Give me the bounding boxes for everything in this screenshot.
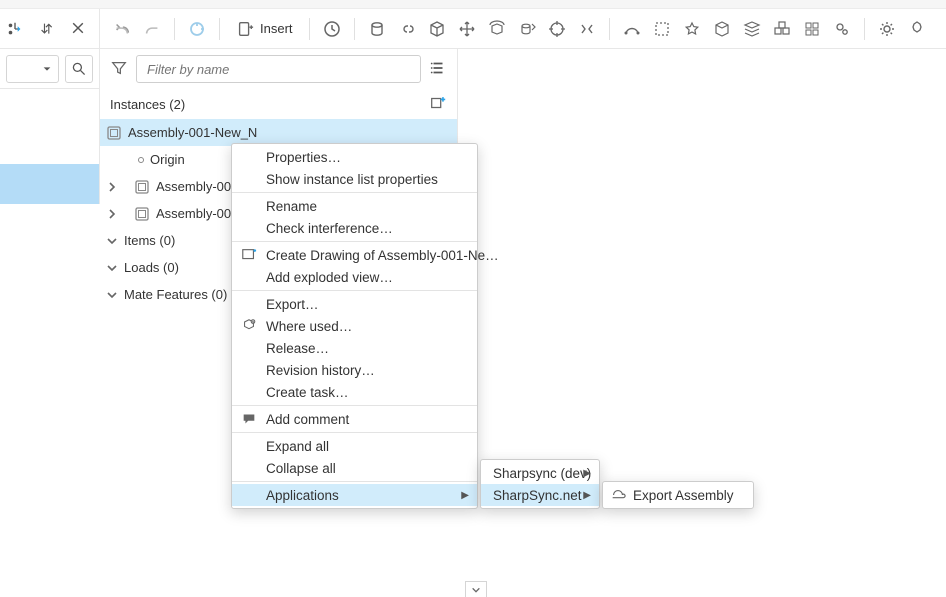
menu-item-properties[interactable]: Properties… — [232, 146, 477, 168]
menu-item-sharpsync-net[interactable]: SharpSync.net ▶ — [481, 484, 599, 506]
insert-label: Insert — [260, 21, 293, 36]
sharpsync-submenu: Export Assembly — [602, 481, 754, 509]
redo-button[interactable] — [138, 15, 166, 43]
layers-icon[interactable] — [738, 15, 766, 43]
chevron-down-icon[interactable] — [106, 262, 118, 274]
cylinder-move-icon[interactable] — [513, 15, 541, 43]
bottom-expand-handle[interactable] — [465, 581, 487, 597]
search-button[interactable] — [65, 55, 93, 83]
add-instance-icon[interactable] — [429, 94, 447, 115]
tree-node-label: Origin — [150, 152, 185, 167]
grid-icon[interactable] — [798, 15, 826, 43]
menu-item-revision-history[interactable]: Revision history… — [232, 359, 477, 381]
submenu-arrow-icon: ▶ — [461, 490, 469, 501]
document-plus-icon — [236, 20, 254, 38]
undo-button[interactable] — [108, 15, 136, 43]
insert-element-icon[interactable] — [6, 20, 24, 38]
search-icon — [71, 61, 87, 77]
filter-input[interactable] — [136, 55, 421, 83]
package-icon[interactable] — [708, 15, 736, 43]
drawing-icon — [240, 247, 258, 263]
connector-icon[interactable] — [618, 15, 646, 43]
menu-item-expand-all[interactable]: Expand all — [232, 435, 477, 457]
menu-item-collapse-all[interactable]: Collapse all — [232, 457, 477, 479]
submenu-arrow-icon: ▶ — [583, 468, 591, 479]
menu-item-check-interference[interactable]: Check interference… — [232, 217, 477, 239]
menu-item-export-assembly[interactable]: Export Assembly — [603, 484, 753, 506]
menu-item-rename[interactable]: Rename — [232, 195, 477, 217]
assembly-icon — [134, 206, 150, 222]
tree-node-label: Assembly-001-New_N — [128, 125, 257, 140]
assembly-icon — [134, 179, 150, 195]
left-selection-strip — [0, 164, 100, 204]
applications-submenu: Sharpsync (dev) ▶ SharpSync.net ▶ — [480, 459, 600, 509]
tree-section-label: Mate Features (0) — [124, 287, 227, 302]
menu-item-where-used[interactable]: Where used… — [232, 315, 477, 337]
tree-section-label: Loads (0) — [124, 260, 179, 275]
link-icon[interactable] — [393, 15, 421, 43]
menu-item-export[interactable]: Export… — [232, 293, 477, 315]
instances-header: Instances (2) — [110, 97, 185, 112]
menu-item-create-drawing[interactable]: Create Drawing of Assembly-001-Ne… — [232, 244, 477, 266]
menu-item-sharpsync-dev[interactable]: Sharpsync (dev) ▶ — [481, 462, 599, 484]
boxes-icon[interactable] — [768, 15, 796, 43]
chevron-right-icon[interactable] — [106, 181, 118, 193]
gear-icon[interactable] — [873, 15, 901, 43]
comment-icon — [240, 411, 258, 427]
filter-icon[interactable] — [110, 59, 128, 80]
menu-item-add-exploded-view[interactable]: Add exploded view… — [232, 266, 477, 288]
menu-item-add-comment[interactable]: Add comment — [232, 408, 477, 430]
menu-item-show-instance-list-properties[interactable]: Show instance list properties — [232, 168, 477, 190]
tree-node-assembly-001[interactable]: Assembly-001-New_N — [100, 119, 457, 146]
tree-node-label: Assembly-002 — [156, 179, 238, 194]
refresh-button[interactable] — [183, 15, 211, 43]
star-box-icon[interactable] — [678, 15, 706, 43]
where-used-icon — [240, 318, 258, 334]
export-assembly-icon — [609, 487, 627, 503]
move-icon[interactable] — [453, 15, 481, 43]
chevron-down-icon — [470, 585, 482, 595]
menu-item-applications[interactable]: Applications ▶ — [232, 484, 477, 506]
target-icon[interactable] — [543, 15, 571, 43]
chevron-down-icon[interactable] — [106, 289, 118, 301]
assembly-icon — [106, 125, 122, 141]
context-menu: Properties… Show instance list propertie… — [231, 143, 478, 509]
tree-node-label: Assembly-003 — [156, 206, 238, 221]
select-box-icon[interactable] — [648, 15, 676, 43]
menu-item-release[interactable]: Release… — [232, 337, 477, 359]
chevron-down-icon[interactable] — [106, 235, 118, 247]
origin-icon — [138, 157, 144, 163]
compare-icon[interactable] — [38, 20, 56, 38]
list-view-icon[interactable] — [429, 59, 447, 80]
clock-icon[interactable] — [318, 15, 346, 43]
menu-item-create-task[interactable]: Create task… — [232, 381, 477, 403]
tree-section-label: Items (0) — [124, 233, 175, 248]
main-toolbar: Insert — [100, 9, 946, 49]
submenu-arrow-icon: ▶ — [583, 490, 591, 501]
cylinder-icon[interactable] — [363, 15, 391, 43]
insert-button[interactable]: Insert — [228, 15, 301, 43]
cube-icon[interactable] — [423, 15, 451, 43]
chevron-right-icon[interactable] — [106, 208, 118, 220]
caret-down-icon — [42, 64, 52, 74]
rotate-cube-icon[interactable] — [483, 15, 511, 43]
gears-icon[interactable] — [828, 15, 856, 43]
mate-icon[interactable] — [573, 15, 601, 43]
left-dropdown[interactable] — [6, 55, 59, 83]
settings-shape-icon[interactable] — [903, 15, 931, 43]
close-icon[interactable] — [70, 20, 88, 38]
